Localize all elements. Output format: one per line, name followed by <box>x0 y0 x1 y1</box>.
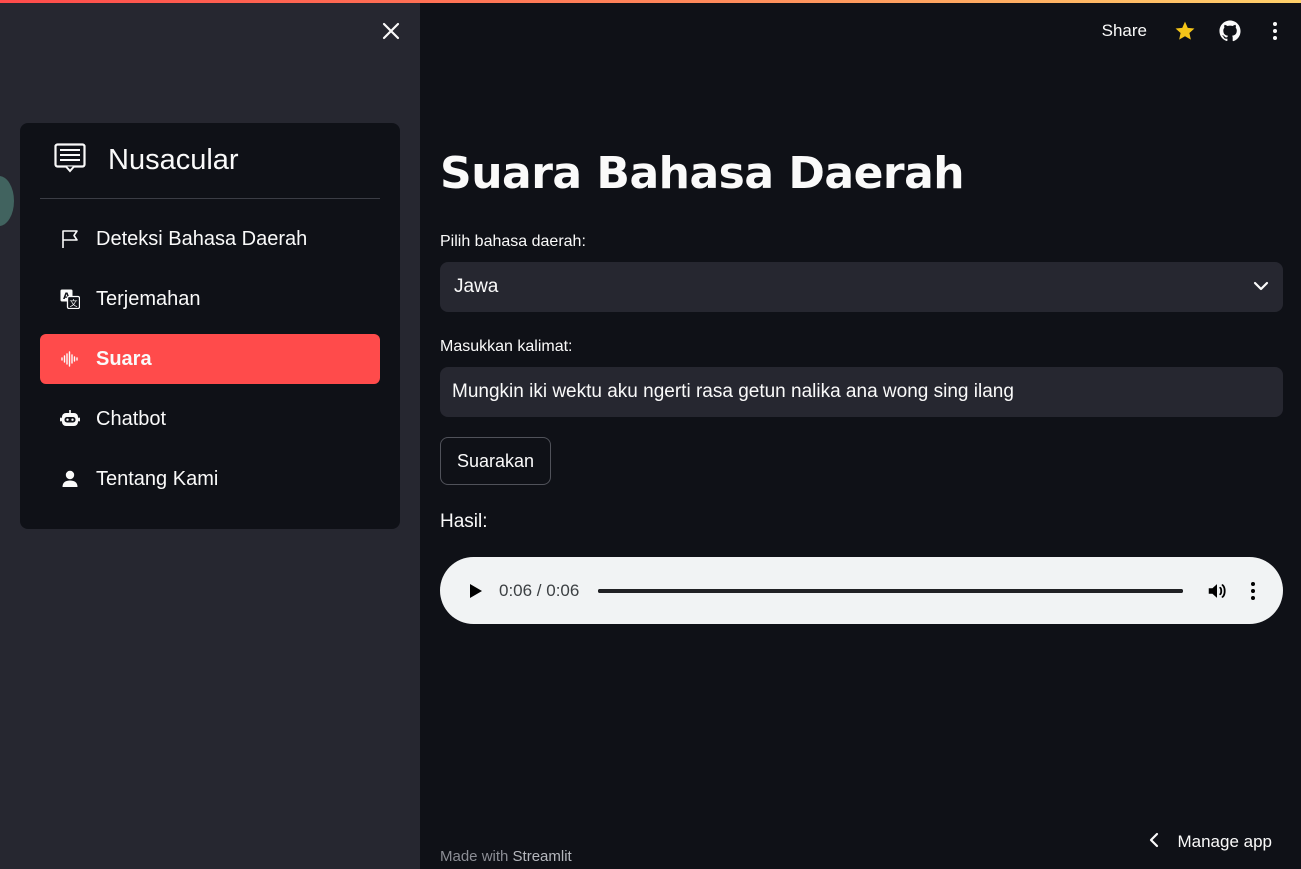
sidebar-item-label: Chatbot <box>96 407 167 430</box>
translate-icon: A 文 <box>60 289 80 309</box>
sentence-input[interactable]: Mungkin iki wektu aku ngerti rasa getun … <box>440 367 1283 417</box>
sidebar: Nusacular Deteksi Bahasa Daerah A 文 Terj… <box>0 0 420 869</box>
sidebar-item-label: Suara <box>96 347 152 370</box>
sidebar-item-label: Deteksi Bahasa Daerah <box>96 227 308 250</box>
language-select-value: Jawa <box>454 276 499 297</box>
sentence-input-label: Masukkan kalimat: <box>440 338 573 355</box>
footer-streamlit-link[interactable]: Streamlit <box>513 848 572 865</box>
audio-more-vertical-icon[interactable] <box>1245 579 1261 603</box>
audio-time: 0:06 / 0:06 <box>499 580 580 600</box>
menu-card-icon <box>54 143 86 178</box>
manage-app-label: Manage app <box>1177 832 1272 851</box>
person-icon <box>60 469 80 489</box>
language-select[interactable]: Jawa <box>440 262 1283 312</box>
sidebar-item-deteksi-bahasa-daerah[interactable]: Deteksi Bahasa Daerah <box>40 214 380 264</box>
sidebar-item-suara[interactable]: Suara <box>40 334 380 384</box>
chevron-down-icon <box>1253 278 1269 296</box>
robot-icon <box>60 409 80 429</box>
audio-progress-track[interactable] <box>598 588 1183 593</box>
suarakan-button[interactable]: Suarakan <box>440 437 551 485</box>
main-content: Suara Bahasa Daerah Pilih bahasa daerah:… <box>440 0 1283 869</box>
result-label: Hasil: <box>440 511 488 532</box>
close-sidebar-button[interactable] <box>378 20 404 46</box>
svg-text:文: 文 <box>70 298 78 308</box>
manage-app-button[interactable]: Manage app <box>1149 830 1272 854</box>
sidebar-item-chatbot[interactable]: Chatbot <box>40 394 380 444</box>
menu-header: Nusacular <box>40 123 380 199</box>
sidebar-item-label: Terjemahan <box>96 287 201 310</box>
audio-player: 0:06 / 0:06 <box>440 557 1283 624</box>
page-title: Suara Bahasa Daerah <box>440 148 965 199</box>
sidebar-item-terjemahan[interactable]: A 文 Terjemahan <box>40 274 380 324</box>
footer-made-with: Made with <box>440 848 513 865</box>
soundwave-icon <box>60 349 80 369</box>
audio-progress-fill <box>598 588 1183 593</box>
sidebar-item-label: Tentang Kami <box>96 467 219 490</box>
chevron-left-icon <box>1149 832 1159 853</box>
flag-icon <box>60 229 80 249</box>
sidebar-item-tentang-kami[interactable]: Tentang Kami <box>40 454 380 504</box>
menu-title: Nusacular <box>108 144 239 176</box>
footer: Made with Streamlit <box>440 848 572 865</box>
sidebar-edge-avatar <box>0 176 14 226</box>
play-icon[interactable] <box>466 581 486 601</box>
language-select-label: Pilih bahasa daerah: <box>440 233 586 250</box>
top-decoration-bar <box>0 0 1301 3</box>
close-icon <box>382 22 400 45</box>
volume-icon[interactable] <box>1205 579 1229 603</box>
option-menu: Nusacular Deteksi Bahasa Daerah A 文 Terj… <box>20 123 400 529</box>
